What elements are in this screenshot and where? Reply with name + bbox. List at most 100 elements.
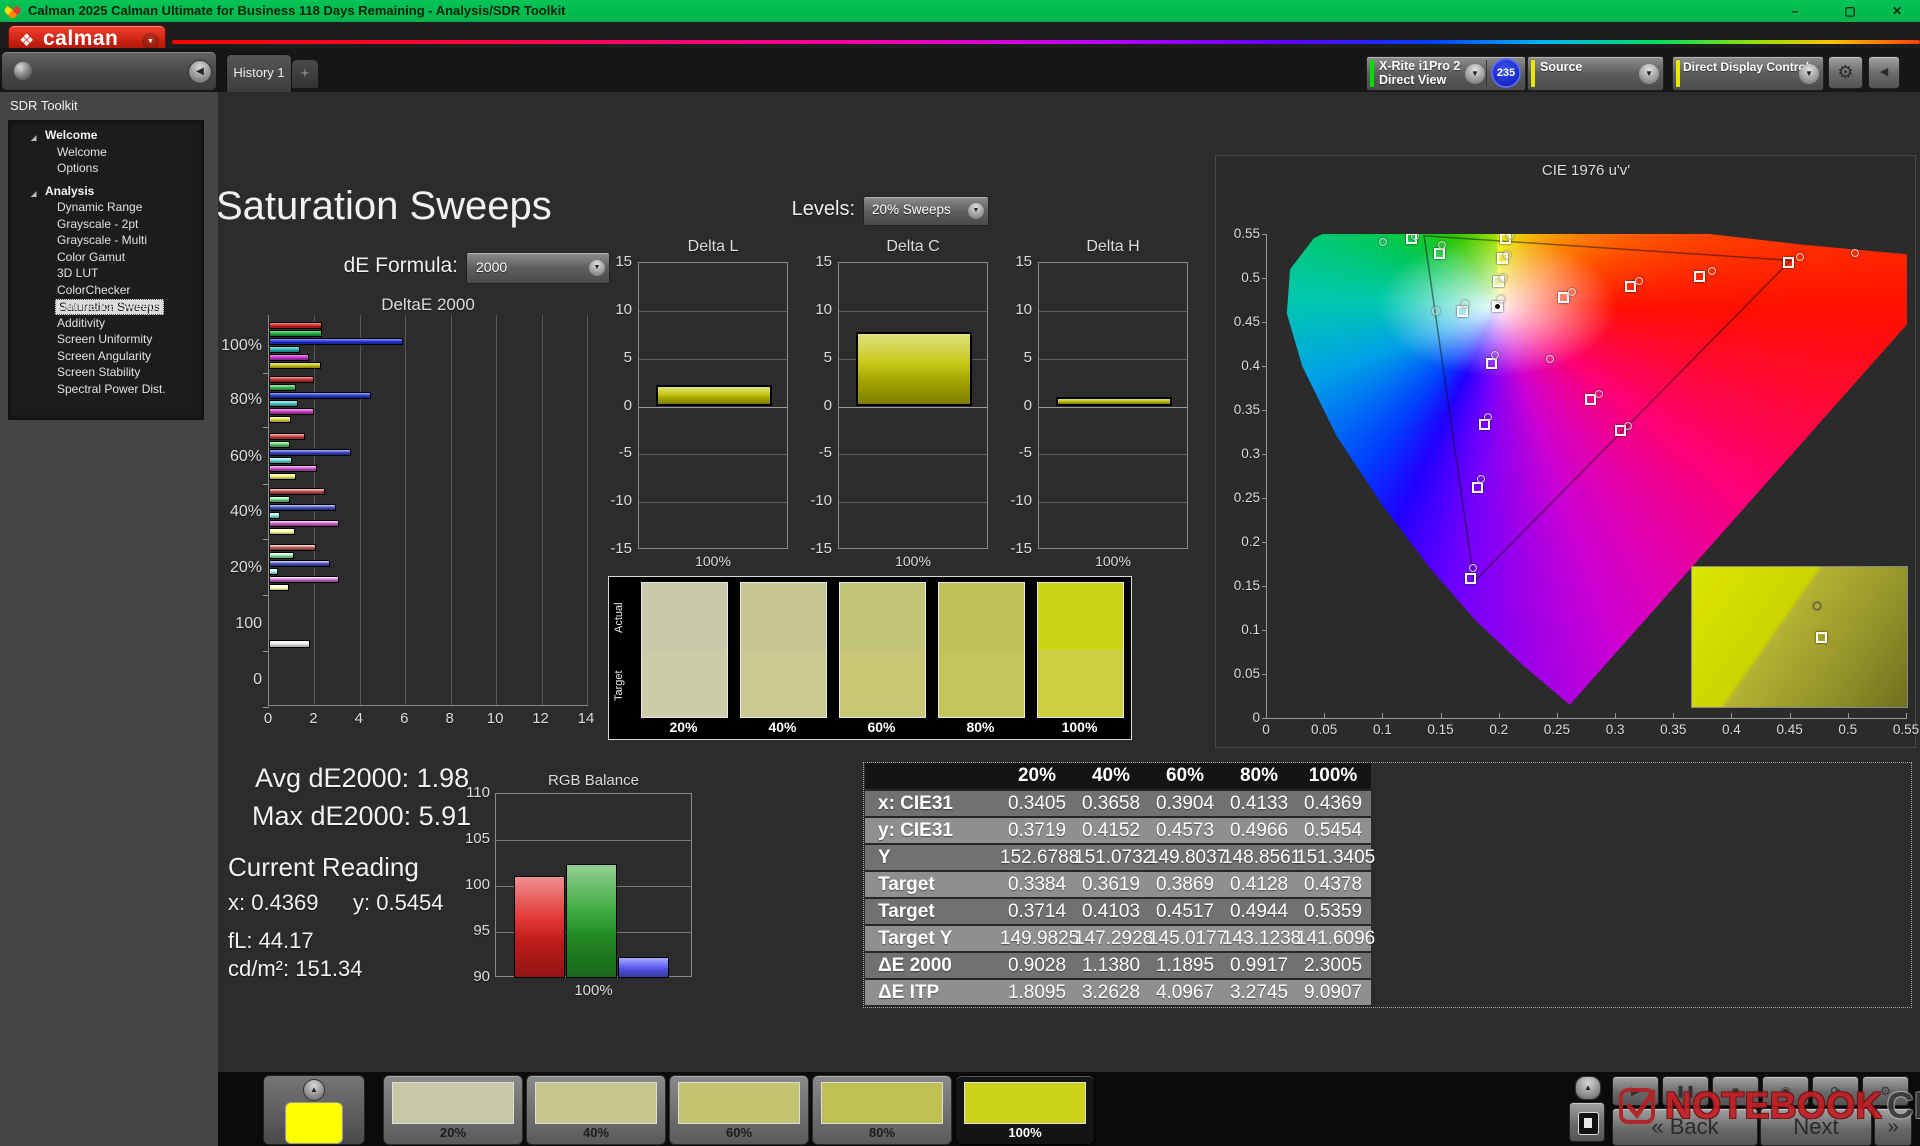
sidebar-item-additivity[interactable]: Additivity [9, 315, 203, 332]
pattern-card-swatch [535, 1082, 657, 1124]
sidebar-item-screen-uniformity[interactable]: Screen Uniformity [9, 331, 203, 348]
stop-button[interactable]: ■ [1712, 1076, 1759, 1106]
table-cell: 0.4573 [1148, 818, 1222, 843]
settings-button[interactable]: ⚙ [1828, 56, 1863, 89]
cie-x-tick: 0.55 [1886, 722, 1920, 737]
gridline [1039, 454, 1187, 455]
pause-button[interactable]: ❚❚ [1662, 1076, 1709, 1106]
bar-cyan [269, 400, 298, 407]
collapse-panel-button[interactable]: ◀ [1868, 56, 1900, 89]
sidebar-item-color-gamut[interactable]: Color Gamut [9, 249, 203, 266]
gridline [639, 454, 787, 455]
table-cell: 0.4369 [1296, 791, 1370, 816]
group-label: 100 [190, 615, 262, 633]
pattern-card-40%[interactable]: 40% [526, 1075, 666, 1145]
next-chevron-button[interactable]: » [1874, 1108, 1912, 1146]
table-cell: 0.9028 [1000, 953, 1074, 978]
bar-green [269, 441, 290, 448]
bar-blue [269, 392, 371, 399]
x-tick-label: 14 [572, 710, 600, 727]
maximize-button[interactable]: ▢ [1835, 2, 1865, 20]
active-pattern-swatch[interactable] [285, 1102, 343, 1144]
chevron-down-icon: ▼ [1465, 64, 1485, 84]
sidebar-item-dynamic-range[interactable]: Dynamic Range [9, 199, 203, 216]
meter-count-badge[interactable]: 235 [1491, 58, 1521, 88]
current-x-value: x: 0.4369 [228, 890, 319, 916]
y-tick-label: 10 [596, 301, 632, 318]
chevron-down-icon: ▼ [1799, 64, 1819, 84]
display-control-dropdown[interactable]: Direct Display Control ▼ [1672, 56, 1824, 91]
calman-app-window: { "window": { "title": "Calman 2025 Calm… [0, 0, 1920, 1146]
sidebar-item-3d-lut[interactable]: 3D LUT [9, 265, 203, 282]
table-cell: 0.3904 [1148, 791, 1222, 816]
pattern-up-button[interactable]: ▲ [303, 1079, 325, 1101]
sidebar-item-welcome[interactable]: Welcome [9, 144, 203, 161]
sidebar-header: ◀ [2, 52, 216, 90]
record-button[interactable]: ◉ [1762, 1076, 1809, 1106]
rgb-bar-B [618, 957, 669, 978]
deltae-plot-area [268, 315, 588, 706]
sidebar-item-grayscale-2pt[interactable]: Grayscale - 2pt [9, 216, 203, 233]
cie-zoom-inset [1691, 566, 1908, 708]
y-tick-label: 15 [796, 253, 832, 270]
actual-row-label: Actual [613, 585, 627, 651]
pattern-card-swatch [678, 1082, 800, 1124]
tab-history-1[interactable]: History 1 [226, 54, 292, 93]
pattern-card-20%[interactable]: 20% [383, 1075, 523, 1145]
add-tab-button[interactable]: + [292, 60, 318, 88]
tick [1557, 713, 1558, 718]
app-icon [3, 1, 21, 19]
pattern-card-60%[interactable]: 60% [669, 1075, 809, 1145]
sidebar-item-luminance-sweeps[interactable]: Luminance Sweeps [9, 298, 203, 315]
cie-y-tick: 0.25 [1216, 490, 1260, 505]
pattern-window-panel: ▲ [263, 1075, 365, 1145]
meter-dropdown[interactable]: X-Rite i1Pro 2 Direct View ▼ [1367, 57, 1481, 90]
sidebar-item-colorchecker[interactable]: ColorChecker [9, 282, 203, 299]
gridline [1039, 359, 1187, 360]
bar-yellow [269, 362, 321, 369]
display-window-button[interactable] [1569, 1102, 1605, 1142]
sidebar-item-screen-stability[interactable]: Screen Stability [9, 364, 203, 381]
sidebar-item-options[interactable]: Options [9, 160, 203, 177]
sidebar-item-screen-angularity[interactable]: Screen Angularity [9, 348, 203, 365]
source-dropdown[interactable]: Source ▼ [1527, 56, 1664, 91]
levels-dropdown[interactable]: 20% Sweeps ▼ [863, 196, 989, 226]
pattern-card-80%[interactable]: 80% [812, 1075, 952, 1145]
back-button[interactable]: « Back [1612, 1108, 1758, 1146]
table-row-label: y: CIE31 [865, 818, 1000, 843]
cie-x-tick: 0.05 [1304, 722, 1344, 737]
sidebar-item-grayscale-multi[interactable]: Grayscale - Multi [9, 232, 203, 249]
target-swatch [939, 650, 1024, 717]
bar-cyan [269, 346, 300, 353]
target-square-marker [1479, 419, 1490, 430]
refresh-button[interactable]: ⟳ [1812, 1076, 1859, 1106]
measured-circle-marker [1796, 253, 1804, 261]
settings-button[interactable]: ⚙ [1862, 1076, 1909, 1106]
pattern-card-swatch [392, 1082, 514, 1124]
gridline [839, 311, 987, 312]
gridline [587, 315, 588, 705]
rgb-plot-area [495, 793, 692, 977]
sidebar-section-welcome[interactable]: Welcome◢ [9, 127, 203, 144]
group-label: 20% [190, 559, 262, 577]
sidebar-item-spectral-power-dist-[interactable]: Spectral Power Dist. [9, 381, 203, 398]
bar-yellow [269, 584, 289, 591]
delta-h-chart: Delta H151050-5-10-15100% [996, 238, 1190, 573]
y-tick-label: -5 [596, 444, 632, 461]
de-formula-value: 2000 [476, 259, 507, 275]
de-formula-dropdown[interactable]: 2000 ▼ [466, 252, 610, 284]
target-square-marker [1486, 358, 1497, 369]
patterns-up-button[interactable]: ▲ [1575, 1076, 1601, 1100]
bar-magenta [269, 354, 309, 361]
sidebar-section-analysis[interactable]: Analysis◢ [9, 183, 203, 200]
x-tick-label: 10 [481, 710, 509, 727]
table-cell: 0.3405 [1000, 791, 1074, 816]
play-button[interactable]: ▶ [1612, 1076, 1659, 1106]
de-formula-label: dE Formula: [340, 254, 458, 278]
next-button[interactable]: Next [1760, 1108, 1872, 1146]
collapse-sidebar-button[interactable]: ◀ [188, 60, 212, 84]
table-row: ΔE 20000.90281.13801.18950.99172.3005 [865, 953, 1371, 980]
close-button[interactable]: ✕ [1882, 2, 1912, 20]
minimize-button[interactable]: – [1780, 2, 1810, 20]
pattern-card-100%[interactable]: 100% [955, 1075, 1095, 1145]
